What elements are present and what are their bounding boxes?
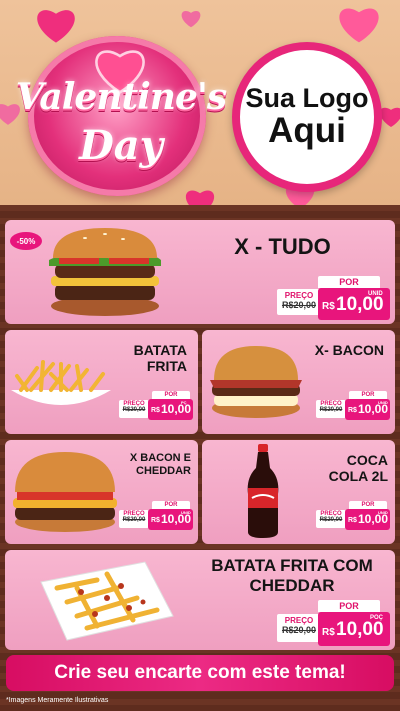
product-title: X- BACON: [314, 342, 384, 358]
product-card-xbacon: X- BACON POR PREÇO R$20,00 R$ 10,00 UNID: [202, 330, 395, 434]
currency: R$: [348, 407, 357, 414]
por-label: POR: [318, 600, 380, 612]
currency: R$: [151, 407, 160, 414]
currency: R$: [151, 517, 160, 524]
discount-badge: -50%: [10, 232, 42, 250]
product-title: BATATA FRITA: [133, 342, 187, 375]
new-price-box: R$ 10,00 UNID: [345, 399, 390, 420]
unit: POÇ: [370, 615, 384, 621]
old-price-box: PREÇO R$20,00: [119, 510, 149, 528]
por-label: POR: [318, 276, 380, 288]
old-price-box: PREÇO R$20,00: [119, 400, 149, 418]
price: 10,00: [336, 619, 384, 640]
old-price: R$20,00: [122, 517, 146, 523]
price: 10,00: [336, 294, 384, 315]
product-card-xbaconcheddar: X BACON E CHEDDAR POR PREÇO R$20,00 R$ 1…: [5, 440, 198, 544]
header-banner: Valentine's Day Sua Logo Aqui: [0, 0, 400, 205]
burger-image: [49, 228, 161, 316]
unit: UNID: [181, 510, 191, 515]
old-price-box: PREÇO R$20,00: [316, 510, 346, 528]
burger-image: [13, 452, 117, 532]
por-label: POR: [349, 391, 387, 399]
logo-line1: Sua Logo: [245, 83, 369, 114]
new-price-box: R$ 10,00 PÇ: [148, 399, 193, 420]
new-price-box: R$ 10,00 UNID: [345, 509, 390, 530]
currency: R$: [322, 627, 335, 638]
product-title: X BACON E CHEDDAR: [129, 452, 191, 477]
preco-label: PREÇO: [284, 616, 314, 625]
logo-line2: Aqui: [268, 110, 346, 150]
por-label: POR: [152, 501, 190, 509]
badge-title-line1: Valentine's: [15, 76, 227, 118]
logo-placeholder: Sua Logo Aqui: [232, 42, 382, 192]
currency: R$: [348, 517, 357, 524]
disclaimer-text: *Imagens Meramente Ilustrativas: [6, 697, 109, 704]
old-price: R$20,00: [122, 407, 146, 413]
old-price: R$20,00: [319, 407, 343, 413]
heart-icon: [181, 11, 201, 28]
product-title: X - TUDO: [234, 234, 331, 259]
unit: UNID: [378, 400, 388, 405]
unit: UNID: [368, 291, 383, 297]
product-title: COCA COLA 2L: [328, 452, 388, 485]
valentines-day-badge: Valentine's Day: [10, 30, 232, 200]
heart-icon: [339, 8, 379, 43]
por-label: POR: [152, 391, 190, 399]
fries-image: [11, 360, 111, 405]
new-price-box: R$ 10,00 UNID: [148, 509, 193, 530]
old-price: R$20,00: [281, 300, 317, 310]
product-card-batata: BATATA FRITA POR PREÇO R$20,00 R$ 10,00 …: [5, 330, 198, 434]
new-price-box: R$ 10,00 UNID: [318, 288, 390, 320]
coca-cola-bottle-image: [247, 444, 279, 538]
burger-image: [210, 346, 302, 418]
cta-banner[interactable]: Crie seu encarte com este tema!: [6, 655, 394, 691]
old-price-box: PREÇO R$20,00: [316, 400, 346, 418]
old-price: R$20,00: [281, 625, 317, 635]
old-price-box: PREÇO R$20,00: [277, 289, 321, 315]
unit: UNID: [378, 510, 388, 515]
unit: PÇ: [181, 400, 187, 405]
preco-label: PREÇO: [284, 291, 314, 300]
new-price-box: R$ 10,00 POÇ: [318, 612, 390, 646]
old-price: R$20,00: [319, 517, 343, 523]
old-price-box: PREÇO R$20,00: [277, 614, 321, 642]
currency: R$: [322, 301, 335, 312]
badge-title-line2: Day: [79, 122, 163, 169]
por-label: POR: [349, 501, 387, 509]
product-card-coca: COCA COLA 2L POR PREÇO R$20,00 R$ 10,00 …: [202, 440, 395, 544]
fries-cheddar-image: [40, 561, 174, 641]
product-title: BATATA FRITA COM CHEDDAR: [211, 556, 373, 595]
